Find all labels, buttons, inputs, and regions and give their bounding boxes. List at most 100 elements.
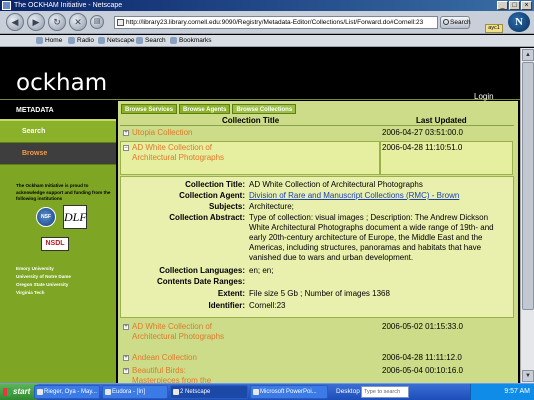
netscape-icon [173,389,179,395]
reload-icon[interactable]: ↻ [48,13,66,31]
last-updated: 2006-05-04 00:10:16.0 [382,366,463,375]
window-controls: _ □ × [497,1,532,10]
header-divider [0,99,520,100]
collection-detail: Collection Title: AD White Collection of… [120,176,514,318]
sidebar-heading: METADATA [0,101,116,121]
navigation-toolbar: ◀ ▶ ↻ ✕ ▤ http://library23.library.corne… [0,11,534,34]
toolbar-item-search[interactable]: Search [136,35,166,46]
table-row[interactable]: + Beautiful Birds: Masterpieces from the… [120,365,514,383]
page-viewport: ockham Login METADATA Search Browse The … [0,48,520,383]
browse-tabs: Browse Services Browse Agents Browse Col… [121,104,297,114]
collection-title-link[interactable]: AD White Collection of Architectural Pho… [132,143,242,163]
expand-icon[interactable]: + [123,130,129,136]
expand-icon[interactable]: + [123,355,129,361]
aim-tag-badge[interactable]: ayc1 [485,24,503,33]
close-button[interactable]: × [521,1,532,10]
toolbar-item-home[interactable]: Home [36,35,62,46]
detail-value: Cornell:23 [249,301,286,310]
detail-value: AD White Collection of Architectural Pho… [249,180,423,189]
window-title: The OCKHAM Initiative - Netscape [14,2,123,9]
collection-agent-link[interactable]: Division of Rare and Manuscript Collecti… [249,191,509,201]
table-row[interactable]: + Andean Collection 2006-04-28 11:11:12.… [120,352,514,364]
vertical-scrollbar[interactable]: ▲ ▼ [520,48,534,383]
netscape-icon [98,37,105,44]
table-header: Collection Title Last Updated [120,115,514,126]
sidebar: METADATA Search Browse The Ockham Initia… [0,101,116,383]
personal-toolbar: Home Radio Netscape Search Bookmarks [0,35,534,47]
ockham-logo: ockham [16,70,108,96]
collection-title-link[interactable]: Utopia Collection [132,128,192,138]
netscape-logo-icon[interactable]: N [508,12,530,32]
detail-label: Collection Agent: [179,191,245,200]
sidebar-item-search[interactable]: Search [0,121,116,143]
last-updated: 2006-04-28 11:10:51.0 [382,143,463,152]
tab-browse-collections[interactable]: Browse Collections [232,104,297,114]
collection-title-link[interactable]: Beautiful Birds: Masterpieces from the [132,366,232,383]
toolbar-item-radio[interactable]: Radio [68,35,94,46]
toolbar-item-bookmarks[interactable]: Bookmarks [170,35,212,46]
collapse-icon[interactable]: − [123,145,129,151]
minimize-button[interactable]: _ [497,1,508,10]
netscape-window-icon [2,1,11,10]
collection-title-link[interactable]: Andean Collection [132,353,197,363]
back-arrow-icon[interactable]: ◀ [6,13,24,31]
maximize-button[interactable]: □ [509,1,520,10]
expand-icon[interactable]: + [123,368,129,374]
table-row[interactable]: + Utopia Collection 2006-04-27 03:51:00.… [120,127,514,139]
sponsor-logos: NSF DLF NSDL [0,203,116,265]
last-updated: 2006-05-02 01:15:33.0 [382,322,463,331]
search-icon [136,37,143,44]
expand-icon[interactable]: + [123,324,129,330]
outlook-icon [37,389,43,395]
taskbar: start Rieger, Oya - May... Eudora - [In]… [0,383,534,400]
window-title-bar: The OCKHAM Initiative - Netscape _ □ × [0,0,534,11]
institution-list: Emory University University of Notre Dam… [16,265,116,297]
search-button[interactable]: Search [440,16,471,29]
toolbar-item-netscape[interactable]: Netscape [98,35,134,46]
detail-label: Identifier: [208,301,245,310]
login-link[interactable]: Login [474,92,494,101]
taskbar-button[interactable]: Microsoft PowerPoi... [250,385,328,399]
collection-title-link[interactable]: AD White Collection of Architectural Pho… [132,322,252,342]
tab-browse-agents[interactable]: Browse Agents [179,104,231,114]
column-header-title[interactable]: Collection Title [222,115,279,126]
taskbar-button[interactable]: Rieger, Oya - May... [34,385,100,399]
dlf-logo-icon[interactable]: DLF [63,204,87,229]
detail-value: Architecture; [249,202,294,211]
institution-link[interactable]: Virginia Tech [16,289,116,297]
scroll-up-icon[interactable]: ▲ [522,49,534,61]
institution-link[interactable]: Emory University [16,265,116,273]
detail-label: Collection Languages: [159,266,245,275]
eudora-icon [105,389,111,395]
scroll-down-icon[interactable]: ▼ [522,370,534,382]
table-row[interactable]: + AD White Collection of Architectural P… [120,321,514,345]
institutions-acknowledgement: The Ockham Initiative is proud to acknow… [16,183,111,201]
clock[interactable]: 9:57 AM [504,388,530,395]
windows-flag-icon [3,388,11,396]
page-icon [117,19,124,26]
taskbar-button[interactable]: 2 Netscape [170,385,248,399]
column-header-updated[interactable]: Last Updated [416,115,467,126]
taskbar-button[interactable]: Eudora - [In] [102,385,168,399]
collections-panel: Browse Services Browse Agents Browse Col… [118,101,518,383]
print-icon[interactable]: ▤ [90,15,104,29]
stop-icon[interactable]: ✕ [69,13,87,31]
detail-value: Type of collection: visual images ; Desc… [249,213,494,262]
system-tray: 9:57 AM [470,384,534,400]
detail-label: Subjects: [208,202,245,211]
last-updated: 2006-04-27 03:51:00.0 [382,128,463,137]
taskbar-search-input[interactable]: Type to search [361,386,409,398]
desktop-toolbar[interactable]: Desktop [336,385,360,399]
institution-link[interactable]: University of Notre Dame [16,273,116,281]
nsf-logo-icon[interactable]: NSF [36,206,56,227]
detail-label: Extent: [217,289,245,298]
url-input[interactable]: http://library23.library.cornell.edu:909… [114,16,438,29]
detail-label: Collection Abstract: [169,213,245,222]
scroll-thumb[interactable] [522,62,534,310]
nsdl-logo-icon[interactable]: NSDL [41,236,69,251]
url-text: http://library23.library.cornell.edu:909… [126,19,424,26]
tab-browse-services[interactable]: Browse Services [121,104,178,114]
forward-arrow-icon[interactable]: ▶ [27,13,45,31]
sidebar-item-browse[interactable]: Browse [0,143,116,165]
institution-link[interactable]: Oregon State University [16,281,116,289]
